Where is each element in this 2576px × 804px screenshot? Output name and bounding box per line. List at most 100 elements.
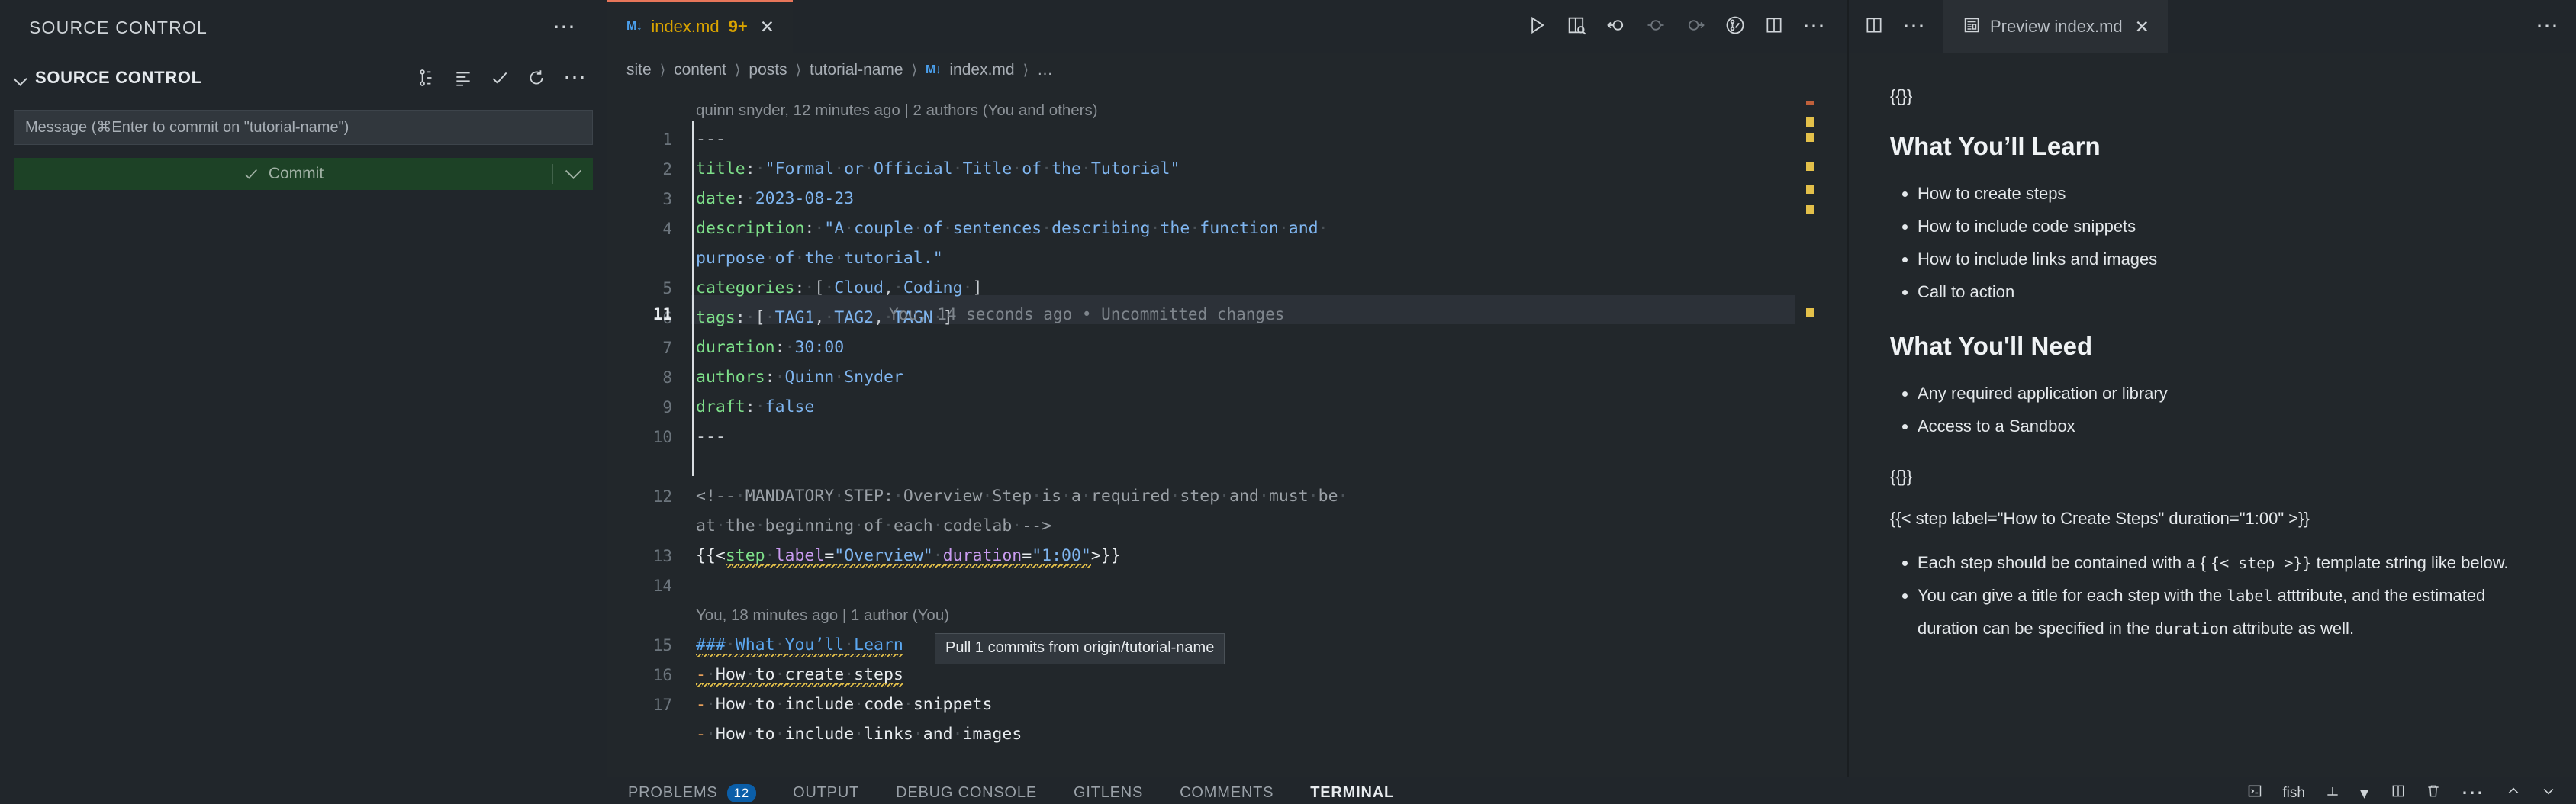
panel-tab-label: OUTPUT [793,784,860,802]
more-actions-icon[interactable]: ⋯ [2536,15,2561,38]
line-number: 4 [662,220,672,238]
code-line[interactable]: description:·"A·couple·of·sentences·desc… [696,214,1328,244]
code-line[interactable]: ###·What·You’ll·Learn [696,631,903,661]
editor-tabs: M↓ index.md 9+ ✕ ⋯ [607,0,1847,53]
sidebar-title-row: SOURCE CONTROL ⋯ [0,0,607,55]
more-actions-icon[interactable]: ⋯ [2461,781,2486,804]
split-editor-icon[interactable] [1764,15,1784,39]
code-line[interactable]: authors:·Quinn·Snyder [696,363,903,393]
text-segment: template string like below. [2311,552,2509,572]
panel-tabs: PROBLEMS 12 OUTPUT DEBUG CONSOLE GITLENS… [607,783,1394,804]
minimap-marker-warning [1806,133,1814,142]
close-icon[interactable]: ✕ [760,18,774,36]
line-number: 3 [662,190,672,208]
split-editor-icon[interactable] [1864,15,1884,39]
commit-button[interactable]: Commit [14,158,593,190]
refresh-icon[interactable] [526,68,546,88]
code-line[interactable]: categories:·[·Cloud,·Coding·] [696,274,982,304]
source-control-section-header[interactable]: SOURCE CONTROL ⋯ [0,55,607,101]
open-preview-to-side-icon[interactable] [1566,14,1587,40]
breadcrumb-item[interactable]: tutorial-name [810,61,903,79]
minimap-marker-warning [1806,185,1814,194]
preview-content[interactable]: {{}} What You’ll Learn How to create ste… [1849,53,2576,804]
more-actions-icon[interactable]: ⋯ [563,66,588,89]
indent-guide [692,121,694,373]
list-item: You can give a title for each step with … [1918,580,2535,645]
minimap[interactable] [1795,87,1847,804]
panel-tab-gitlens[interactable]: GITLENS [1074,784,1143,803]
maximize-panel-icon[interactable] [2506,783,2521,802]
text-segment: You can give a title for each step with … [1918,585,2227,605]
panel-tab-comments[interactable]: COMMENTS [1180,784,1274,803]
code-line[interactable]: {{<step·label="Overview"·duration="1:00"… [696,542,1121,571]
blame-annotation-mid[interactable]: You, 18 minutes ago | 1 author (You) [696,601,949,631]
code-line[interactable]: -·How·to·include·code·snippets [696,690,992,720]
code-line[interactable]: -·How·to·create·steps [696,661,903,690]
inline-blame-annotation[interactable]: You, 14 seconds ago • Uncommitted change… [889,300,1284,330]
more-actions-icon[interactable]: ⋯ [552,16,578,39]
close-panel-icon[interactable] [2541,783,2556,802]
breadcrumb-item[interactable]: site [626,61,652,79]
breadcrumb-item[interactable]: content [674,61,726,79]
split-terminal-icon[interactable] [2325,783,2340,802]
editor-tab-bar: M↓ index.md 9+ ✕ ⋯ [607,0,1847,53]
view-as-tree-icon[interactable] [417,68,436,88]
code-line[interactable]: <!--·MANDATORY·STEP:·Overview·Step·is·a·… [696,482,1348,512]
terminal-shell-name[interactable]: fish [2282,785,2305,802]
commit-message-input[interactable] [25,118,581,137]
inline-code: {< step >}} [2211,553,2312,572]
chevron-down-icon[interactable]: ▾ [2360,784,2371,801]
kill-terminal-icon[interactable] [2426,783,2441,802]
run-icon[interactable] [1526,14,1547,40]
markdown-preview-panel: ⋯ Preview index.md ✕ ⋯ {{}} What You’ll … [1847,0,2576,804]
breadcrumb-item[interactable]: … [1037,61,1053,79]
more-actions-icon[interactable]: ⋯ [1802,15,1827,38]
code-line-wrap[interactable]: purpose·of·the·tutorial." [696,244,943,274]
panel-tab-label: PROBLEMS [628,784,718,802]
code-line[interactable]: --- [696,423,726,452]
blame-annotation-top[interactable]: quinn snyder, 12 minutes ago | 2 authors… [696,96,1098,126]
gitlens-icon[interactable] [1724,14,1746,40]
current-change-icon[interactable] [1645,14,1666,40]
list-item: Each step should be contained with a { {… [1918,547,2535,580]
preview-list: Each step should be contained with a { {… [1890,547,2535,645]
code-line[interactable]: title:·"Formal·or·Official·Title·of·the·… [696,155,1180,185]
tab-index-md[interactable]: M↓ index.md 9+ ✕ [607,0,793,53]
panel-tab-debug-console[interactable]: DEBUG CONSOLE [896,784,1037,803]
line-number: 14 [652,577,672,595]
commit-button-main[interactable]: Commit [14,158,552,190]
close-icon[interactable]: ✕ [2135,18,2149,36]
split-panel-icon[interactable] [2391,783,2406,802]
source-control-toolbar: ⋯ [417,66,591,89]
code-line[interactable]: -·How·to·include·links·and·images [696,720,1022,750]
code-line[interactable]: --- [696,125,726,155]
panel-tab-output[interactable]: OUTPUT [793,784,859,803]
open-changes-icon[interactable] [453,68,473,88]
code-editor[interactable]: quinn snyder, 12 minutes ago | 2 authors… [607,87,1795,804]
chevron-down-icon[interactable] [11,68,31,88]
more-actions-icon[interactable]: ⋯ [1902,15,1927,38]
previous-change-icon[interactable] [1605,14,1627,40]
next-change-icon[interactable] [1685,14,1706,40]
source-control-section-title: SOURCE CONTROL [35,68,202,87]
commit-check-icon[interactable] [490,68,510,88]
new-terminal-icon[interactable] [2247,783,2262,802]
commit-message-box[interactable] [14,110,593,145]
preview-heading: What You’ll Learn [1890,132,2101,161]
code-line-wrap[interactable]: at·the·beginning·of·each·codelab·--> [696,512,1051,542]
preview-paragraph: {{< step label="How to Create Steps" dur… [1890,508,2310,528]
breadcrumb-item[interactable]: posts [749,61,787,79]
code-line[interactable]: date:·2023-08-23 [696,185,854,214]
panel-tab-terminal[interactable]: TERMINAL [1310,784,1394,803]
editor-group: M↓ index.md 9+ ✕ ⋯ site ⟩ content ⟩ post… [607,0,1847,804]
list-item: Any required application or library [1918,378,2535,410]
preview-tab-bar: ⋯ Preview index.md ✕ ⋯ [1849,0,2576,53]
editor-actions: ⋯ [1526,0,1847,53]
commit-dropdown-button[interactable] [553,158,593,190]
code-line[interactable]: duration:·30:00 [696,333,844,363]
list-item: How to include links and images [1918,243,2535,276]
panel-tab-problems[interactable]: PROBLEMS 12 [628,783,757,804]
tab-preview-index-md[interactable]: Preview index.md ✕ [1943,0,2168,53]
breadcrumb-item[interactable]: index.md [949,61,1014,79]
code-line[interactable]: draft:·false [696,393,814,423]
